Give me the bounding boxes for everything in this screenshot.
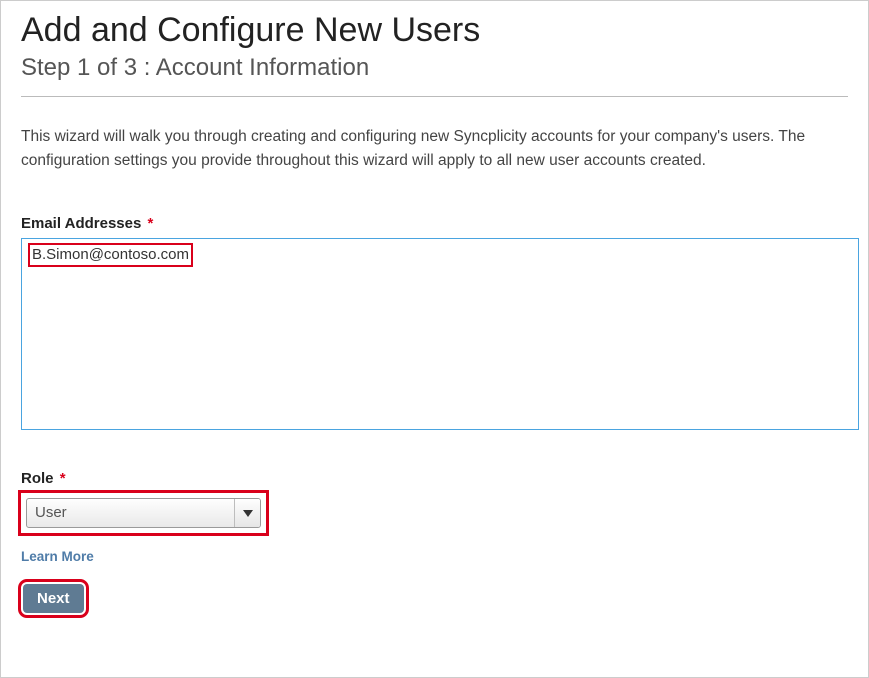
email-addresses-label-text: Email Addresses xyxy=(21,215,141,232)
required-indicator: * xyxy=(60,470,66,487)
step-subtitle: Step 1 of 3 : Account Information xyxy=(21,54,848,82)
email-addresses-label: Email Addresses * xyxy=(21,215,848,232)
email-entry[interactable]: B.Simon@contoso.com xyxy=(28,243,193,267)
next-button-highlight: Next xyxy=(21,582,86,615)
intro-text: This wizard will walk you through creati… xyxy=(21,125,848,173)
next-button[interactable]: Next xyxy=(23,584,84,613)
chevron-down-icon xyxy=(243,510,253,517)
role-label-text: Role xyxy=(21,470,54,487)
learn-more-link[interactable]: Learn More xyxy=(21,549,94,564)
required-indicator: * xyxy=(148,215,154,232)
role-dropdown-selected: User xyxy=(27,499,234,527)
role-dropdown[interactable]: User xyxy=(26,498,261,528)
email-addresses-textarea[interactable]: B.Simon@contoso.com xyxy=(21,238,859,430)
role-label: Role * xyxy=(21,470,848,487)
divider xyxy=(21,96,848,97)
role-dropdown-toggle[interactable] xyxy=(234,499,260,527)
page-title: Add and Configure New Users xyxy=(21,11,848,50)
role-field-highlight: User xyxy=(21,493,266,533)
